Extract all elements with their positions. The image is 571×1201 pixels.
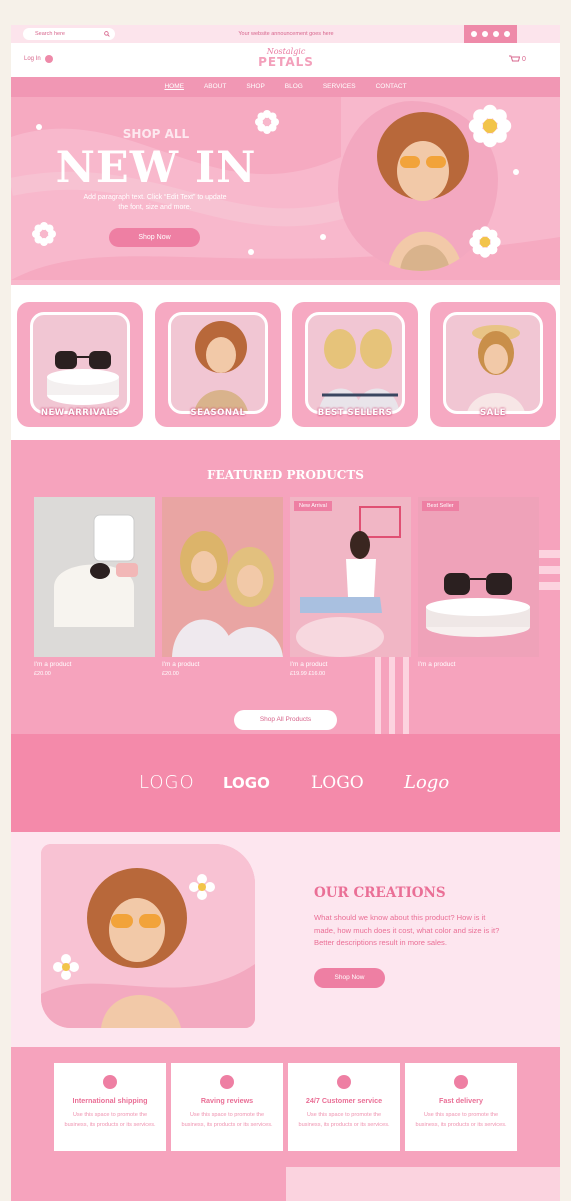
- nav-contact[interactable]: CONTACT: [366, 77, 417, 97]
- category-seasonal[interactable]: SEASONAL: [155, 302, 281, 427]
- login-label: Log In: [24, 56, 41, 62]
- search-placeholder: Search here: [35, 31, 65, 37]
- category-best-sellers[interactable]: BEST SELLERS: [292, 302, 418, 427]
- category-image: [30, 312, 130, 414]
- creations-text: What should we know about this product? …: [314, 913, 500, 947]
- category-label: NEW ARRIVALS: [40, 408, 120, 418]
- featured-section: FEATURED PRODUCTS I'm a product £20.00 I…: [11, 440, 560, 734]
- product-name[interactable]: I'm a product: [290, 661, 327, 668]
- star-icon: [220, 1075, 234, 1089]
- hero-kicker: SHOP ALL: [122, 127, 190, 141]
- product-price: £20.00: [34, 671, 51, 677]
- feature-title: International shipping: [72, 1096, 148, 1105]
- nav-shop[interactable]: SHOP: [236, 77, 274, 97]
- feature-card: International shipping Use this space to…: [54, 1063, 166, 1151]
- announcement-text: Your website announcement goes here: [238, 31, 334, 37]
- brand-logo: LOGO: [139, 772, 195, 793]
- featured-title: FEATURED PRODUCTS: [207, 468, 364, 482]
- product-name[interactable]: I'm a product: [34, 661, 71, 668]
- feature-text: Use this space to promote the business, …: [64, 1112, 156, 1128]
- airplane-icon: [454, 1075, 468, 1089]
- product-image: [162, 497, 283, 657]
- nav-services[interactable]: SERVICES: [313, 77, 366, 97]
- cart-icon: [509, 55, 520, 62]
- product-card[interactable]: [34, 497, 155, 657]
- shop-all-products-button[interactable]: Shop All Products: [234, 710, 337, 730]
- creations-section: OUR CREATIONS What should we know about …: [11, 832, 560, 1047]
- feature-card: Raving reviews Use this space to promote…: [171, 1063, 283, 1151]
- category-label: BEST SELLERS: [317, 408, 393, 418]
- brand-logo: Logo: [404, 772, 450, 793]
- category-new-arrivals[interactable]: NEW ARRIVALS: [17, 302, 143, 427]
- smiley-icon: [337, 1075, 351, 1089]
- feature-text: Use this space to promote the business, …: [298, 1112, 390, 1128]
- creations-image: [41, 844, 255, 1028]
- bottom-panel: [286, 1167, 560, 1201]
- category-sale[interactable]: SALE: [430, 302, 556, 427]
- login-button[interactable]: Log In: [24, 55, 53, 63]
- product-image: [290, 497, 411, 657]
- logo-main-text: PETALS: [258, 55, 314, 69]
- category-image: [168, 312, 268, 414]
- product-card[interactable]: Best Seller: [418, 497, 539, 657]
- brand-logo: LOGO: [223, 774, 270, 792]
- main-nav: HOME ABOUT SHOP BLOG SERVICES CONTACT: [11, 77, 560, 97]
- cart-count: 0: [522, 56, 526, 63]
- scallop-border: [11, 280, 560, 285]
- nav-blog[interactable]: BLOG: [275, 77, 313, 97]
- feature-title: Fast delivery: [439, 1096, 483, 1105]
- product-name[interactable]: I'm a product: [162, 661, 199, 668]
- feature-text: Use this space to promote the business, …: [181, 1112, 273, 1128]
- daisy-icon: [255, 110, 279, 134]
- category-section: NEW ARRIVALS SEASONAL BEST SELLERS SALE: [11, 280, 560, 440]
- nav-about[interactable]: ABOUT: [194, 77, 236, 97]
- instagram-icon[interactable]: [470, 31, 477, 37]
- category-image: [305, 312, 405, 414]
- daisy-icon: [32, 222, 56, 246]
- product-badge: New Arrival: [294, 501, 332, 511]
- search-input[interactable]: Search here: [23, 28, 115, 40]
- product-name[interactable]: I'm a product: [418, 661, 455, 668]
- hero-description: Add paragraph text. Click “Edit Text” to…: [83, 194, 227, 211]
- hero-shop-now-button[interactable]: Shop Now: [109, 228, 200, 247]
- daisy-icon: [468, 104, 512, 148]
- search-icon[interactable]: [104, 31, 110, 37]
- feature-text: Use this space to promote the business, …: [415, 1112, 507, 1128]
- tiktok-icon[interactable]: [504, 31, 511, 37]
- globe-icon: [103, 1075, 117, 1089]
- announcement-bar: Search here Your website announcement go…: [11, 25, 560, 43]
- category-label: SALE: [480, 408, 506, 418]
- features-section: International shipping Use this space to…: [11, 1047, 560, 1167]
- cart-button[interactable]: 0: [509, 55, 526, 64]
- brand-logo: LOGO: [311, 773, 364, 793]
- product-image: [418, 497, 539, 657]
- feature-title: 24/7 Customer service: [305, 1096, 383, 1105]
- site-logo[interactable]: Nostalgic PETALS: [251, 47, 321, 69]
- category-image: [443, 312, 543, 414]
- hero-title: NEW IN: [55, 143, 257, 193]
- feature-card: 24/7 Customer service Use this space to …: [288, 1063, 400, 1151]
- creations-title: OUR CREATIONS: [314, 885, 446, 901]
- feature-title: Raving reviews: [200, 1096, 254, 1105]
- product-price: £20.00: [162, 671, 179, 677]
- feature-card: Fast delivery Use this space to promote …: [405, 1063, 517, 1151]
- product-card[interactable]: [162, 497, 283, 657]
- hero-section: SHOP ALL NEW IN Add paragraph text. Clic…: [11, 97, 560, 280]
- creations-shop-now-button[interactable]: Shop Now: [314, 968, 385, 988]
- social-bar: [464, 25, 517, 43]
- daisy-icon: [469, 226, 501, 258]
- brand-logos: LOGO LOGO LOGO Logo: [11, 734, 560, 832]
- product-image: [34, 497, 155, 657]
- category-label: SEASONAL: [190, 408, 246, 418]
- product-price: £19.99 £16.00: [290, 671, 326, 677]
- page-frame: Search here Your website announcement go…: [11, 25, 560, 1201]
- facebook-icon[interactable]: [481, 31, 488, 37]
- youtube-icon[interactable]: [493, 31, 500, 37]
- bottom-section: [11, 1167, 560, 1201]
- avatar-icon: [44, 55, 53, 63]
- product-card[interactable]: New Arrival: [290, 497, 411, 657]
- product-badge: Best Seller: [422, 501, 459, 511]
- nav-home[interactable]: HOME: [154, 77, 194, 97]
- site-header: Log In Nostalgic PETALS 0: [11, 43, 560, 77]
